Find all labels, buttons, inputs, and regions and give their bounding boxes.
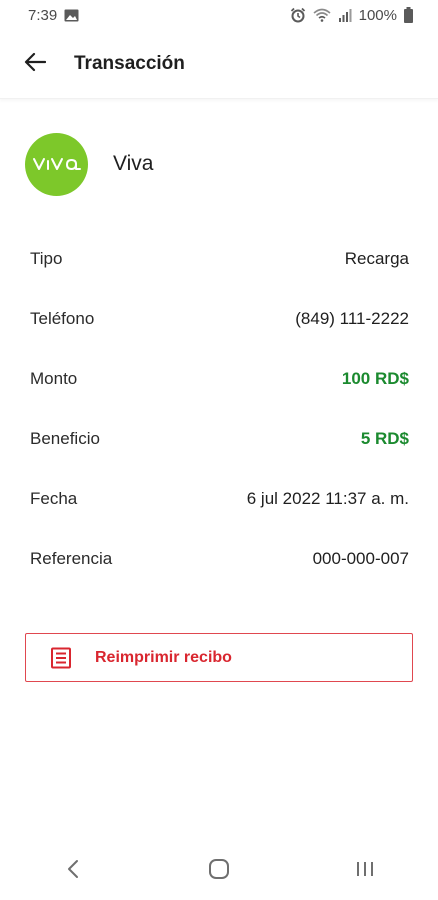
- navigation-bar: [0, 842, 438, 900]
- detail-row-beneficio: Beneficio 5 RD$: [30, 409, 409, 469]
- status-time: 7:39: [28, 6, 58, 24]
- back-nav-icon: [67, 859, 79, 884]
- battery-text: 100%: [358, 6, 397, 24]
- nav-home-button[interactable]: [189, 851, 249, 891]
- detail-label: Referencia: [30, 549, 113, 568]
- recents-nav-icon: [355, 860, 375, 883]
- back-arrow-icon: [24, 52, 47, 77]
- transaction-details: Tipo Recarga Teléfono (849) 111-2222 Mon…: [30, 229, 409, 589]
- provider-name: Viva: [113, 152, 154, 175]
- status-bar: 7:39 100%: [0, 0, 438, 30]
- page-title: Transacción: [74, 53, 185, 74]
- detail-label: Monto: [30, 369, 78, 388]
- detail-label: Beneficio: [30, 429, 100, 448]
- detail-value: 5 RD$: [360, 429, 409, 448]
- screen: 7:39 100% Transacción Viva Tipo Recarga …: [0, 0, 438, 900]
- detail-row-telefono: Teléfono (849) 111-2222: [30, 289, 409, 349]
- detail-value: 100 RD$: [341, 369, 409, 388]
- nav-back-button[interactable]: [43, 851, 103, 891]
- back-button[interactable]: [21, 50, 49, 78]
- battery-icon: [404, 7, 413, 23]
- detail-row-fecha: Fecha 6 jul 2022 11:37 a. m.: [30, 469, 409, 529]
- signal-icon: [338, 8, 352, 22]
- reprint-receipt-label: Reimprimir recibo: [95, 648, 232, 666]
- wifi-icon: [313, 8, 331, 22]
- image-icon: [64, 9, 79, 22]
- detail-value: 6 jul 2022 11:37 a. m.: [246, 489, 409, 508]
- detail-row-monto: Monto 100 RD$: [30, 349, 409, 409]
- detail-label: Teléfono: [30, 309, 95, 328]
- reprint-receipt-button[interactable]: Reimprimir recibo: [25, 633, 413, 682]
- detail-label: Tipo: [30, 249, 63, 268]
- detail-row-tipo: Tipo Recarga: [30, 229, 409, 289]
- nav-recents-button[interactable]: [335, 851, 395, 891]
- provider-logo: [25, 132, 88, 196]
- detail-value: Recarga: [344, 249, 409, 268]
- provider-header: Viva: [25, 132, 153, 196]
- viva-logo-icon: [32, 158, 81, 170]
- detail-label: Fecha: [30, 489, 78, 508]
- alarm-icon: [290, 7, 306, 23]
- detail-value: 000-000-007: [312, 549, 409, 568]
- app-bar: Transacción: [0, 30, 438, 99]
- detail-row-referencia: Referencia 000-000-007: [30, 529, 409, 589]
- receipt-icon: [50, 647, 72, 669]
- home-nav-icon: [208, 858, 230, 885]
- detail-value: (849) 111-2222: [295, 309, 409, 328]
